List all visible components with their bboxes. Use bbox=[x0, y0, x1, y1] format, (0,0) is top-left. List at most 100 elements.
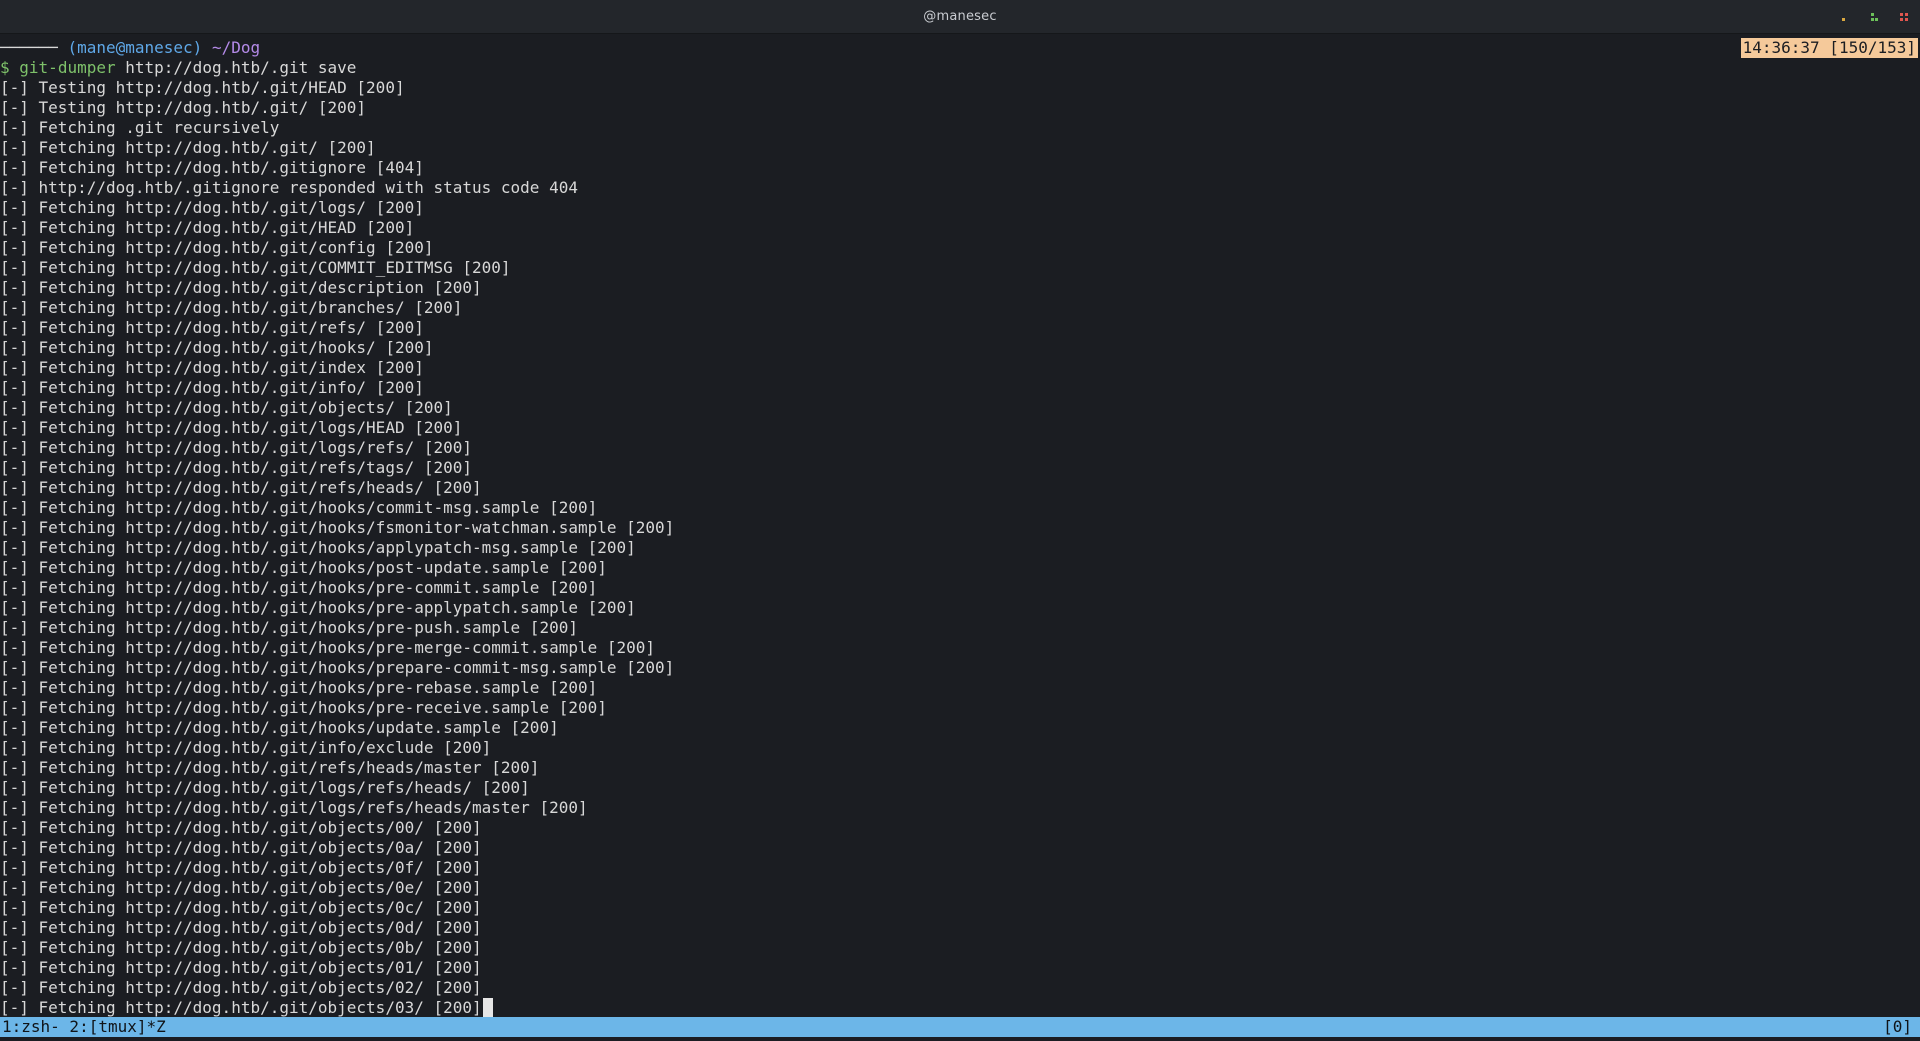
output-line-text: [-] Fetching http://dog.htb/.git/config … bbox=[0, 238, 434, 257]
output-line-text: [-] Fetching http://dog.htb/.git/info/ex… bbox=[0, 738, 492, 757]
prompt-symbol: $ bbox=[0, 58, 10, 77]
output-line-text: [-] Fetching http://dog.htb/.git/refs/ta… bbox=[0, 458, 473, 477]
output-line-text: [-] Fetching http://dog.htb/.git/refs/ [… bbox=[0, 318, 424, 337]
output-line-text: [-] Fetching http://dog.htb/.git/logs/ [… bbox=[0, 198, 424, 217]
output-line: [-] Fetching http://dog.htb/.git/logs/HE… bbox=[0, 418, 1920, 438]
terminal-cursor bbox=[482, 998, 493, 1017]
output-line: [-] Fetching http://dog.htb/.git/objects… bbox=[0, 958, 1920, 978]
terminal-pane[interactable]: ────── (mane@manesec) ~/Dog $ git-dumper… bbox=[0, 38, 1920, 1018]
output-line: [-] Fetching http://dog.htb/.git/objects… bbox=[0, 398, 1920, 418]
output-line: [-] Fetching http://dog.htb/.git/logs/re… bbox=[0, 778, 1920, 798]
output-line: [-] Fetching http://dog.htb/.git/hooks/p… bbox=[0, 658, 1920, 678]
output-line-text: [-] Fetching http://dog.htb/.git/objects… bbox=[0, 858, 482, 877]
output-line: [-] Fetching http://dog.htb/.git/refs/ta… bbox=[0, 458, 1920, 478]
maximize-button[interactable] bbox=[1866, 9, 1882, 25]
command-args: http://dog.htb/.git save bbox=[125, 58, 357, 77]
output-line-text: [-] Fetching http://dog.htb/.git/HEAD [2… bbox=[0, 218, 415, 237]
output-line-text: [-] Fetching http://dog.htb/.git/hooks/a… bbox=[0, 538, 636, 557]
output-line-text: [-] Fetching http://dog.htb/.git/COMMIT_… bbox=[0, 258, 511, 277]
window-controls bbox=[1836, 0, 1912, 33]
prompt-dashes: ────── bbox=[0, 38, 58, 57]
output-line: [-] Fetching http://dog.htb/.git/objects… bbox=[0, 898, 1920, 918]
output-line: [-] Fetching http://dog.htb/.git/objects… bbox=[0, 838, 1920, 858]
output-line-text: [-] Fetching http://dog.htb/.git/hooks/c… bbox=[0, 498, 598, 517]
output-line: [-] Fetching http://dog.htb/.git/logs/re… bbox=[0, 798, 1920, 818]
terminal-output: [-] Testing http://dog.htb/.git/HEAD [20… bbox=[0, 78, 1920, 1018]
minimize-button[interactable] bbox=[1836, 9, 1852, 25]
output-line: [-] Fetching http://dog.htb/.git/info/ [… bbox=[0, 378, 1920, 398]
output-line: [-] Testing http://dog.htb/.git/HEAD [20… bbox=[0, 78, 1920, 98]
tmux-clock: 14:36:37 [150/153] bbox=[1740, 38, 1918, 58]
window-title: @manesec bbox=[923, 9, 997, 24]
output-line: [-] Fetching http://dog.htb/.git/info/ex… bbox=[0, 738, 1920, 758]
close-icon bbox=[1900, 12, 1908, 21]
prompt-path: ~/Dog bbox=[211, 38, 261, 57]
output-line: [-] Fetching http://dog.htb/.git/config … bbox=[0, 238, 1920, 258]
output-line: [-] Fetching http://dog.htb/.git/hooks/p… bbox=[0, 678, 1920, 698]
output-line: [-] Fetching http://dog.htb/.git/objects… bbox=[0, 978, 1920, 998]
output-line-text: [-] Fetching http://dog.htb/.git/hooks/p… bbox=[0, 598, 636, 617]
output-line-text: [-] Fetching http://dog.htb/.git/objects… bbox=[0, 838, 482, 857]
output-line-text: [-] Fetching http://dog.htb/.git/hooks/p… bbox=[0, 678, 598, 697]
output-line-text: [-] Fetching http://dog.htb/.git/refs/he… bbox=[0, 478, 482, 497]
output-line: [-] Fetching http://dog.htb/.git/hooks/c… bbox=[0, 498, 1920, 518]
output-line: [-] Fetching http://dog.htb/.git/logs/ [… bbox=[0, 198, 1920, 218]
output-line: [-] Fetching http://dog.htb/.git/descrip… bbox=[0, 278, 1920, 298]
output-line-text: [-] Fetching http://dog.htb/.git/objects… bbox=[0, 938, 482, 957]
output-line-text: [-] Fetching http://dog.htb/.git/objects… bbox=[0, 398, 453, 417]
output-line: [-] Fetching http://dog.htb/.git/refs/ [… bbox=[0, 318, 1920, 338]
command-line: $ git-dumper http://dog.htb/.git save bbox=[0, 58, 1920, 78]
output-line: [-] Fetching http://dog.htb/.git/hooks/p… bbox=[0, 598, 1920, 618]
output-line: [-] Fetching .git recursively bbox=[0, 118, 1920, 138]
output-line: [-] Fetching http://dog.htb/.git/objects… bbox=[0, 998, 1920, 1018]
minimize-icon bbox=[1842, 17, 1845, 21]
output-line-text: [-] Fetching http://dog.htb/.git/refs/he… bbox=[0, 758, 540, 777]
output-line-text: [-] Testing http://dog.htb/.git/ [200] bbox=[0, 98, 367, 117]
output-line: [-] Fetching http://dog.htb/.git/HEAD [2… bbox=[0, 218, 1920, 238]
output-line-text: [-] Fetching http://dog.htb/.git/hooks/f… bbox=[0, 518, 675, 537]
output-line-text: [-] Fetching http://dog.htb/.git/hooks/p… bbox=[0, 578, 598, 597]
close-button[interactable] bbox=[1896, 9, 1912, 25]
output-line-text: [-] Fetching http://dog.htb/.git/index [… bbox=[0, 358, 424, 377]
output-line: [-] Fetching http://dog.htb/.git/objects… bbox=[0, 938, 1920, 958]
output-line: [-] Fetching http://dog.htb/.git/objects… bbox=[0, 818, 1920, 838]
tmux-window-list[interactable]: 1:zsh- 2:[tmux]*Z bbox=[2, 1017, 166, 1037]
output-line: [-] Fetching http://dog.htb/.git/ [200] bbox=[0, 138, 1920, 158]
output-line: [-] Fetching http://dog.htb/.git/hooks/u… bbox=[0, 718, 1920, 738]
output-line: [-] Fetching http://dog.htb/.git/hooks/p… bbox=[0, 638, 1920, 658]
output-line-text: [-] Fetching http://dog.htb/.git/logs/re… bbox=[0, 798, 588, 817]
output-line-text: [-] Fetching http://dog.htb/.gitignore [… bbox=[0, 158, 424, 177]
output-line: [-] Fetching http://dog.htb/.git/hooks/a… bbox=[0, 538, 1920, 558]
output-line: [-] Fetching http://dog.htb/.git/hooks/p… bbox=[0, 578, 1920, 598]
output-line-text: [-] Fetching http://dog.htb/.git/hooks/p… bbox=[0, 658, 675, 677]
bottom-padding bbox=[0, 1037, 1920, 1041]
prompt-line: ────── (mane@manesec) ~/Dog bbox=[0, 38, 1920, 58]
tmux-status-bar: 1:zsh- 2:[tmux]*Z [0] bbox=[0, 1017, 1920, 1037]
output-line-text: [-] Fetching .git recursively bbox=[0, 118, 280, 137]
output-line: [-] Fetching http://dog.htb/.git/hooks/p… bbox=[0, 618, 1920, 638]
output-line: [-] Fetching http://dog.htb/.git/hooks/p… bbox=[0, 698, 1920, 718]
output-line-text: [-] Fetching http://dog.htb/.git/logs/HE… bbox=[0, 418, 463, 437]
output-line-text: [-] Fetching http://dog.htb/.git/objects… bbox=[0, 958, 482, 977]
output-line-text: [-] Fetching http://dog.htb/.git/hooks/p… bbox=[0, 698, 607, 717]
output-line: [-] Fetching http://dog.htb/.git/hooks/ … bbox=[0, 338, 1920, 358]
output-line-text: [-] Fetching http://dog.htb/.git/hooks/u… bbox=[0, 718, 559, 737]
output-line-text: [-] http://dog.htb/.gitignore responded … bbox=[0, 178, 578, 197]
output-line-text: [-] Fetching http://dog.htb/.git/hooks/p… bbox=[0, 618, 578, 637]
output-line: [-] Fetching http://dog.htb/.git/branche… bbox=[0, 298, 1920, 318]
output-line: [-] Testing http://dog.htb/.git/ [200] bbox=[0, 98, 1920, 118]
output-line-text: [-] Fetching http://dog.htb/.git/objects… bbox=[0, 998, 482, 1017]
output-line: [-] http://dog.htb/.gitignore responded … bbox=[0, 178, 1920, 198]
output-line-text: [-] Fetching http://dog.htb/.git/descrip… bbox=[0, 278, 482, 297]
output-line-text: [-] Fetching http://dog.htb/.git/objects… bbox=[0, 918, 482, 937]
maximize-icon bbox=[1871, 12, 1878, 21]
output-line: [-] Fetching http://dog.htb/.git/objects… bbox=[0, 918, 1920, 938]
output-line: [-] Fetching http://dog.htb/.git/index [… bbox=[0, 358, 1920, 378]
output-line: [-] Fetching http://dog.htb/.git/logs/re… bbox=[0, 438, 1920, 458]
output-line: [-] Fetching http://dog.htb/.git/COMMIT_… bbox=[0, 258, 1920, 278]
output-line: [-] Fetching http://dog.htb/.git/objects… bbox=[0, 878, 1920, 898]
output-line-text: [-] Fetching http://dog.htb/.git/branche… bbox=[0, 298, 463, 317]
output-line-text: [-] Fetching http://dog.htb/.git/hooks/p… bbox=[0, 558, 607, 577]
window-titlebar[interactable]: @manesec bbox=[0, 0, 1920, 34]
output-line-text: [-] Fetching http://dog.htb/.git/objects… bbox=[0, 978, 482, 997]
